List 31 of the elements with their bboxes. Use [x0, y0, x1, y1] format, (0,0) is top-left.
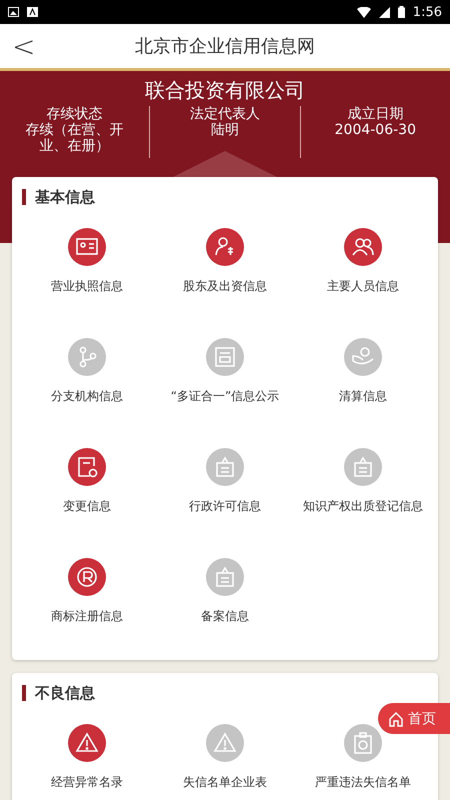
info-item[interactable]: 备案信息: [156, 558, 294, 642]
company-name: 联合投资有限公司: [145, 77, 305, 104]
info-item[interactable]: 经营异常名录: [18, 724, 156, 800]
info-item[interactable]: 知识产权出质登记信息: [294, 448, 432, 532]
fact-value: 陆明: [210, 122, 239, 138]
wifi-icon: [356, 6, 371, 18]
info-item[interactable]: 主要人员信息: [294, 228, 432, 312]
image-icon: [8, 7, 19, 17]
info-item[interactable]: 清算信息: [294, 338, 432, 422]
info-item[interactable]: 分支机构信息: [18, 338, 156, 422]
info-item[interactable]: 商标注册信息: [18, 558, 156, 642]
page-title: 北京市企业信用信息网: [135, 35, 315, 58]
signal-icon: [378, 6, 390, 18]
fact-value: 2004-06-30: [334, 122, 416, 138]
clock-time: 1:56: [412, 4, 442, 20]
home-icon: [388, 710, 404, 726]
fact-label: 成立日期: [347, 106, 404, 122]
info-item[interactable]: 股东及出资信息: [156, 228, 294, 312]
fact-label: 存续状态: [46, 106, 103, 122]
info-item[interactable]: “多证合一”信息公示: [156, 338, 294, 422]
battery-icon: [398, 6, 405, 18]
section-title: 基本信息: [22, 189, 438, 205]
letter-badge-icon: [27, 7, 38, 17]
info-item[interactable]: 行政许可信息: [156, 448, 294, 532]
info-item[interactable]: 变更信息: [18, 448, 156, 532]
home-button[interactable]: 首页: [378, 703, 450, 734]
fact-value: 存续（在营、开业、在册）: [24, 122, 125, 154]
info-item[interactable]: 营业执照信息: [18, 228, 156, 312]
fact-label: 法定代表人: [190, 106, 260, 122]
back-button[interactable]: <: [8, 30, 40, 63]
info-item[interactable]: 失信名单企业表: [156, 724, 294, 800]
